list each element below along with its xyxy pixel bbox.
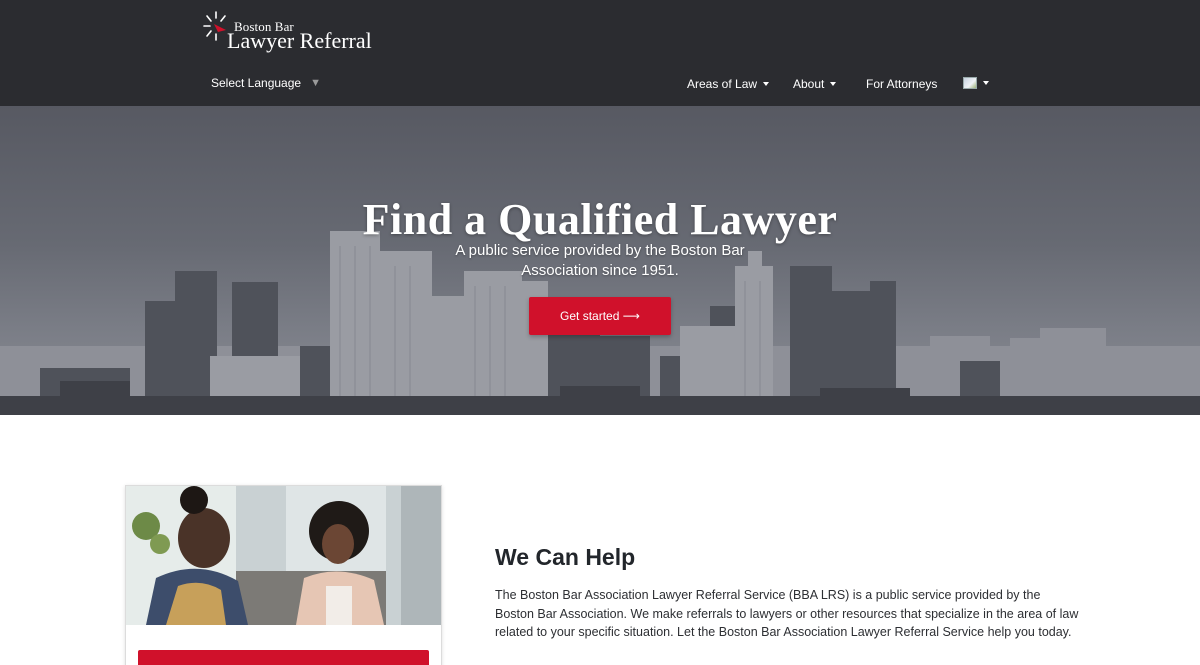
- nav-label: About: [793, 77, 825, 91]
- site-logo[interactable]: Boston Bar Lawyer Referral: [200, 8, 380, 54]
- feature-card: [125, 485, 442, 665]
- hero-title: Find a Qualified Lawyer: [362, 195, 838, 244]
- nav-areas-of-law[interactable]: Areas of Law: [687, 77, 770, 91]
- language-label: Select Language: [211, 76, 302, 90]
- site-header: Boston Bar Lawyer Referral Select Langua…: [0, 0, 1200, 106]
- consultation-photo: [126, 486, 441, 625]
- we-can-help-text: The Boston Bar Association Lawyer Referr…: [495, 588, 1079, 639]
- caret-down-icon: [763, 82, 770, 86]
- hero-subtitle: A public service provided by the Boston …: [455, 242, 745, 279]
- nav-for-attorneys[interactable]: For Attorneys: [866, 77, 937, 91]
- logo-line-2: Lawyer Referral: [227, 28, 372, 53]
- hero-banner: Find a Qualified Lawyer A public service…: [0, 106, 1200, 415]
- language-selector[interactable]: Select Language ▼: [211, 76, 321, 90]
- nav-label: For Attorneys: [866, 77, 938, 91]
- nav-about[interactable]: About: [793, 77, 837, 91]
- card-action-button[interactable]: [138, 650, 429, 665]
- language-flag-dropdown[interactable]: [963, 77, 989, 89]
- get-started-button[interactable]: Get started ⟶: [529, 297, 671, 335]
- chevron-down-icon: ▼: [310, 77, 321, 89]
- flag-icon: [963, 77, 977, 89]
- we-can-help-heading: We Can Help: [495, 544, 636, 570]
- caret-down-icon: [830, 82, 837, 86]
- nav-label: Areas of Law: [687, 77, 758, 91]
- caret-down-icon: [983, 81, 989, 85]
